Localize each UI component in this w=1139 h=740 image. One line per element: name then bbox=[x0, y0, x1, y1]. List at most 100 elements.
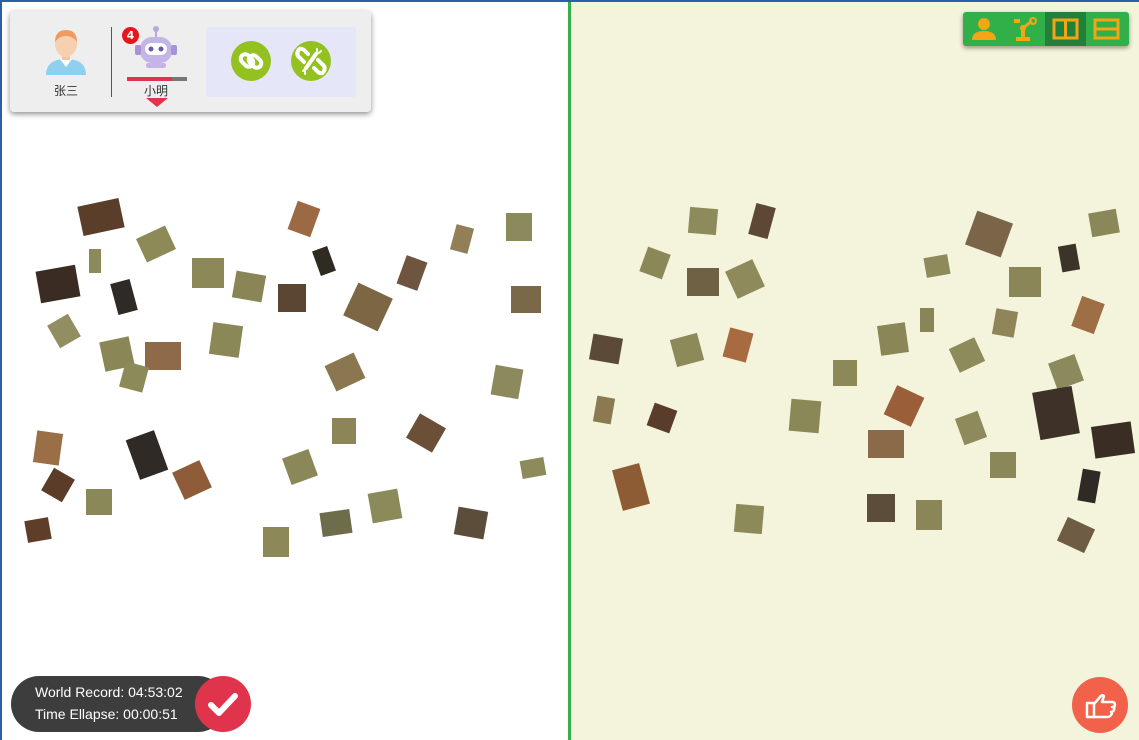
puzzle-piece[interactable] bbox=[89, 249, 101, 273]
puzzle-piece[interactable] bbox=[449, 224, 475, 254]
puzzle-piece[interactable] bbox=[506, 213, 532, 241]
puzzle-piece[interactable] bbox=[312, 246, 336, 276]
puzzle-piece[interactable] bbox=[319, 509, 353, 537]
puzzle-piece[interactable] bbox=[868, 430, 904, 458]
puzzle-piece[interactable] bbox=[1032, 385, 1080, 441]
time-elapsed-text: Time Ellapse: 00:00:51 bbox=[35, 706, 178, 722]
puzzle-piece[interactable] bbox=[954, 410, 988, 446]
puzzle-piece[interactable] bbox=[86, 489, 112, 515]
puzzle-piece[interactable] bbox=[788, 398, 822, 434]
puzzle-piece[interactable] bbox=[35, 264, 81, 304]
puzzle-piece[interactable] bbox=[77, 197, 125, 237]
puzzle-piece[interactable] bbox=[278, 284, 306, 312]
puzzle-piece[interactable] bbox=[883, 385, 925, 427]
puzzle-piece[interactable] bbox=[588, 333, 624, 365]
unlink-button[interactable] bbox=[291, 41, 331, 81]
puzzle-piece[interactable] bbox=[646, 402, 678, 434]
puzzle-piece[interactable] bbox=[172, 460, 212, 500]
puzzle-piece[interactable] bbox=[877, 322, 909, 356]
puzzle-piece[interactable] bbox=[192, 258, 224, 288]
link-button[interactable] bbox=[231, 41, 271, 81]
puzzle-piece[interactable] bbox=[748, 202, 776, 240]
puzzle-piece[interactable] bbox=[964, 210, 1014, 258]
puzzle-piece[interactable] bbox=[208, 322, 244, 358]
split-horizontal-button[interactable] bbox=[1086, 12, 1127, 46]
puzzle-piece[interactable] bbox=[1088, 208, 1120, 238]
puzzle-piece[interactable] bbox=[725, 259, 765, 299]
puzzle-piece[interactable] bbox=[282, 449, 318, 485]
puzzle-piece[interactable] bbox=[1071, 295, 1105, 335]
puzzle-piece[interactable] bbox=[669, 332, 705, 368]
puzzle-piece[interactable] bbox=[24, 517, 52, 543]
puzzle-piece[interactable] bbox=[519, 457, 547, 479]
puzzle-piece[interactable] bbox=[287, 200, 321, 238]
puzzle-piece[interactable] bbox=[406, 413, 446, 453]
person-icon bbox=[972, 18, 996, 40]
notification-badge: 4 bbox=[122, 27, 139, 44]
puzzle-piece[interactable] bbox=[1048, 354, 1084, 390]
puzzle-piece[interactable] bbox=[136, 225, 176, 263]
puzzle-piece[interactable] bbox=[32, 430, 64, 466]
timer-panel: World Record: 04:53:02 Time Ellapse: 00:… bbox=[11, 676, 226, 732]
player-robot[interactable]: 小明 bbox=[121, 11, 191, 111]
puzzle-piece[interactable] bbox=[867, 494, 895, 522]
puzzle-piece[interactable] bbox=[263, 527, 289, 557]
puzzle-piece[interactable] bbox=[110, 278, 138, 316]
puzzle-piece[interactable] bbox=[1056, 516, 1096, 554]
robot-arm-icon bbox=[1014, 17, 1037, 41]
player-human[interactable]: 张三 bbox=[31, 11, 101, 111]
puzzle-piece[interactable] bbox=[1009, 267, 1041, 297]
right-board[interactable] bbox=[571, 2, 1139, 740]
puzzle-piece[interactable] bbox=[1057, 243, 1081, 273]
puzzle-piece[interactable] bbox=[687, 268, 719, 296]
robot-arm-button[interactable] bbox=[1004, 12, 1045, 46]
puzzle-piece[interactable] bbox=[923, 254, 951, 278]
hint-button[interactable] bbox=[1072, 677, 1128, 733]
player-panel: 张三 小明 4 bbox=[10, 11, 371, 112]
puzzle-piece[interactable] bbox=[324, 352, 366, 392]
puzzle-piece[interactable] bbox=[991, 308, 1019, 338]
pointing-hand-icon bbox=[1085, 693, 1117, 719]
player-name: 张三 bbox=[53, 84, 78, 98]
submit-button[interactable] bbox=[195, 676, 251, 732]
puzzle-piece[interactable] bbox=[722, 327, 754, 363]
left-board[interactable] bbox=[2, 2, 568, 740]
puzzle-piece[interactable] bbox=[367, 488, 403, 524]
puzzle-piece[interactable] bbox=[343, 282, 393, 332]
robot-progress-fill bbox=[127, 77, 172, 81]
player-separator bbox=[111, 27, 112, 97]
puzzle-piece[interactable] bbox=[511, 286, 541, 313]
checkmark-icon bbox=[208, 693, 238, 716]
link-icon bbox=[238, 52, 264, 70]
split-horizontal-icon bbox=[1093, 18, 1120, 40]
puzzle-piece[interactable] bbox=[948, 337, 986, 373]
puzzle-piece[interactable] bbox=[490, 364, 524, 400]
puzzle-piece[interactable] bbox=[396, 255, 428, 291]
puzzle-piece[interactable] bbox=[332, 418, 356, 444]
puzzle-piece[interactable] bbox=[231, 270, 267, 303]
active-player-indicator bbox=[146, 98, 168, 107]
puzzle-piece[interactable] bbox=[592, 395, 616, 425]
puzzle-piece[interactable] bbox=[733, 503, 765, 535]
puzzle-piece[interactable] bbox=[639, 246, 671, 280]
puzzle-piece[interactable] bbox=[119, 361, 149, 393]
split-vertical-button[interactable] bbox=[1045, 12, 1086, 46]
player-name: 小明 bbox=[143, 84, 168, 98]
puzzle-piece[interactable] bbox=[453, 506, 489, 540]
puzzle-piece[interactable] bbox=[41, 467, 75, 503]
puzzle-piece[interactable] bbox=[916, 500, 942, 530]
puzzle-piece[interactable] bbox=[1090, 421, 1136, 459]
person-view-button[interactable] bbox=[963, 12, 1004, 46]
puzzle-piece[interactable] bbox=[990, 452, 1016, 478]
link-controls bbox=[206, 27, 356, 97]
unlink-icon bbox=[295, 46, 327, 76]
puzzle-piece[interactable] bbox=[125, 430, 169, 480]
world-record-text: World Record: 04:53:02 bbox=[35, 684, 183, 700]
puzzle-piece[interactable] bbox=[920, 308, 934, 332]
puzzle-piece[interactable] bbox=[145, 342, 181, 370]
puzzle-piece[interactable] bbox=[612, 463, 650, 511]
puzzle-piece[interactable] bbox=[47, 313, 81, 349]
puzzle-piece[interactable] bbox=[1077, 468, 1101, 504]
puzzle-piece[interactable] bbox=[687, 206, 719, 236]
puzzle-piece[interactable] bbox=[833, 360, 857, 386]
